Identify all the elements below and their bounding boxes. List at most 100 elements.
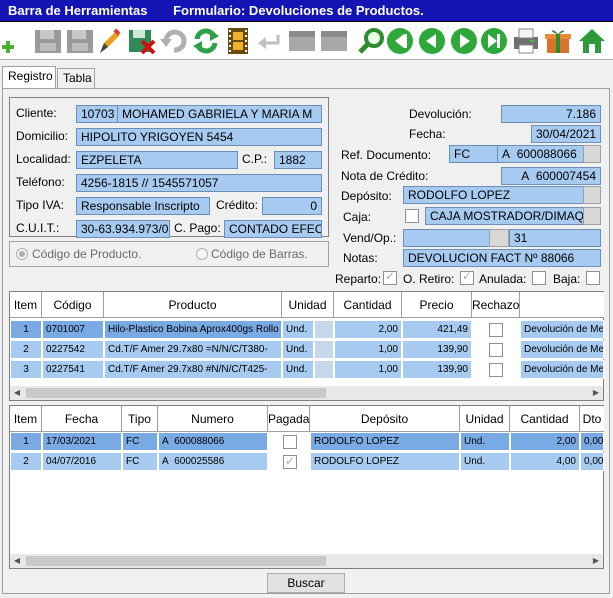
devolucion-label: Devolución:: [409, 107, 472, 121]
col-header-unidad[interactable]: Unidad: [460, 406, 510, 432]
gift-icon[interactable]: [544, 26, 572, 56]
tipo-iva-field[interactable]: Responsable Inscripto: [76, 197, 210, 215]
tab-tabla[interactable]: Tabla: [57, 68, 95, 88]
toolbar-title: Barra de Herramientas: [8, 3, 148, 18]
search-icon[interactable]: [358, 26, 386, 56]
devolucion-field[interactable]: 7.186: [501, 105, 601, 123]
scroll-right-icon[interactable]: ▶: [589, 386, 603, 400]
credito-field[interactable]: 0: [262, 197, 322, 215]
cell-unidad-lookup: [314, 320, 334, 339]
cell-item: 2: [10, 340, 42, 359]
next-icon[interactable]: [450, 26, 478, 56]
col-header-deposito[interactable]: Depósito: [310, 406, 460, 432]
cpago-field[interactable]: CONTADO EFEC: [224, 220, 322, 238]
scroll-thumb[interactable]: [26, 388, 326, 398]
col-header-cantidad[interactable]: Cantidad: [510, 406, 580, 432]
scroll-left-icon[interactable]: ◀: [10, 554, 24, 568]
scroll-left-icon[interactable]: ◀: [10, 386, 24, 400]
col-header-unidad[interactable]: Unidad: [282, 292, 334, 318]
reparto-label: Reparto:: [335, 272, 382, 286]
cuit-field[interactable]: 30-63.934.973/0: [76, 220, 170, 238]
col-header-fecha[interactable]: Fecha: [42, 406, 122, 432]
ref-doc-type-field[interactable]: FC: [449, 145, 499, 163]
edit-icon[interactable]: [96, 26, 124, 56]
telefono-field[interactable]: 4256-1815 // 1545571057: [76, 174, 322, 192]
refresh-icon[interactable]: [192, 26, 220, 56]
caja-lookup-button[interactable]: [583, 207, 601, 225]
vend-op-field[interactable]: [403, 229, 491, 247]
radio-codigo-barras-label: Código de Barras.: [211, 247, 308, 261]
home-icon[interactable]: [578, 26, 606, 56]
print-icon[interactable]: [512, 26, 540, 56]
film-icon[interactable]: [224, 26, 252, 56]
cell-motivo: Devolución de Mercadería: [520, 360, 604, 379]
col-header-item[interactable]: Item: [10, 292, 42, 318]
cell-tipo: FC: [122, 452, 158, 471]
col-header-item[interactable]: Item: [10, 406, 42, 432]
block-disabled-icon[interactable]: [288, 26, 316, 56]
cliente-code-field[interactable]: 10703: [76, 105, 118, 123]
undo-disabled-icon[interactable]: [160, 26, 188, 56]
oretiro-checkbox[interactable]: [460, 269, 474, 285]
col-header-cantidad[interactable]: Cantidad: [334, 292, 402, 318]
col-header-codigo[interactable]: Código: [42, 292, 104, 318]
cliente-label: Cliente:: [16, 106, 57, 120]
domicilio-field[interactable]: HIPOLITO YRIGOYEN 5454: [76, 128, 322, 146]
scroll-thumb[interactable]: [26, 556, 326, 566]
cell-rechazo: [472, 320, 520, 339]
back-disabled-icon[interactable]: [256, 26, 284, 56]
products-scrollbar[interactable]: ◀ ▶: [10, 386, 603, 400]
cell-producto: Cd.T/F Amer 29.7x80 =N/N/C/T380-: [104, 340, 282, 359]
cell-item: 3: [10, 360, 42, 379]
fecha-field[interactable]: 30/04/2021: [531, 125, 601, 143]
cell-unidad: Und.: [460, 432, 510, 451]
nota-credito-label: Nota de Crédito:: [341, 169, 429, 183]
localidad-field[interactable]: EZPELETA: [76, 151, 238, 169]
reparto-checkbox[interactable]: [383, 269, 397, 285]
baja-checkbox[interactable]: [586, 271, 600, 285]
col-header-rechazo[interactable]: Rechazo: [472, 292, 520, 318]
col-header-dto[interactable]: Dto: [580, 406, 604, 432]
documents-scrollbar[interactable]: ◀ ▶: [10, 554, 603, 568]
deposito-field[interactable]: RODOLFO LOPEZ: [403, 186, 585, 204]
save-disabled-icon[interactable]: [66, 26, 94, 56]
form-title: Formulario: Devoluciones de Productos.: [173, 3, 424, 18]
col-header-producto[interactable]: Producto: [104, 292, 282, 318]
col-header-motivo[interactable]: [520, 292, 604, 318]
tab-registro[interactable]: Registro: [2, 66, 56, 88]
ref-doc-number-field[interactable]: A 600088066: [497, 145, 585, 163]
save-disabled-icon[interactable]: [34, 26, 62, 56]
nota-credito-field[interactable]: A 600007454: [501, 167, 601, 185]
cell-item: 1: [10, 320, 42, 339]
cell-cantidad: 4,00: [510, 452, 580, 471]
first-icon[interactable]: [386, 26, 414, 56]
scroll-right-icon[interactable]: ▶: [589, 554, 603, 568]
radio-codigo-producto[interactable]: [16, 248, 28, 260]
cell-numero: A 600088066: [158, 432, 268, 451]
block-disabled-icon[interactable]: [320, 26, 348, 56]
caja-checkbox[interactable]: [405, 209, 419, 223]
caja-field[interactable]: CAJA MOSTRADOR/DIMAQ: [425, 207, 585, 225]
vend-op-lookup-button[interactable]: [489, 229, 509, 247]
cp-label: C.P.:: [242, 152, 268, 166]
cuit-label: C.U.I.T.:: [16, 221, 60, 235]
col-header-precio[interactable]: Precio: [402, 292, 472, 318]
customer-box: Cliente: 10703 MOHAMED GABRIELA Y MARIA …: [9, 97, 329, 238]
buscar-button[interactable]: Buscar: [267, 573, 345, 593]
notas-field[interactable]: DEVOLUCION FACT Nº 88066: [403, 249, 601, 267]
cliente-name-field[interactable]: MOHAMED GABRIELA Y MARIA M: [117, 105, 322, 123]
vend-op-number-field[interactable]: 31: [509, 229, 601, 247]
anulada-checkbox[interactable]: [532, 271, 546, 285]
last-icon[interactable]: [480, 26, 508, 56]
add-icon[interactable]: [2, 26, 30, 56]
col-header-numero[interactable]: Numero: [158, 406, 268, 432]
radio-codigo-barras[interactable]: [196, 248, 208, 260]
col-header-pagada[interactable]: Pagada: [268, 406, 310, 432]
cell-motivo: Devolución de Mercadería: [520, 340, 604, 359]
prev-icon[interactable]: [418, 26, 446, 56]
cp-field[interactable]: 1882: [274, 151, 322, 169]
ref-doc-lookup-button[interactable]: [583, 145, 601, 163]
col-header-tipo[interactable]: Tipo: [122, 406, 158, 432]
deposito-lookup-button[interactable]: [583, 186, 601, 204]
save-delete-icon[interactable]: [128, 26, 156, 56]
